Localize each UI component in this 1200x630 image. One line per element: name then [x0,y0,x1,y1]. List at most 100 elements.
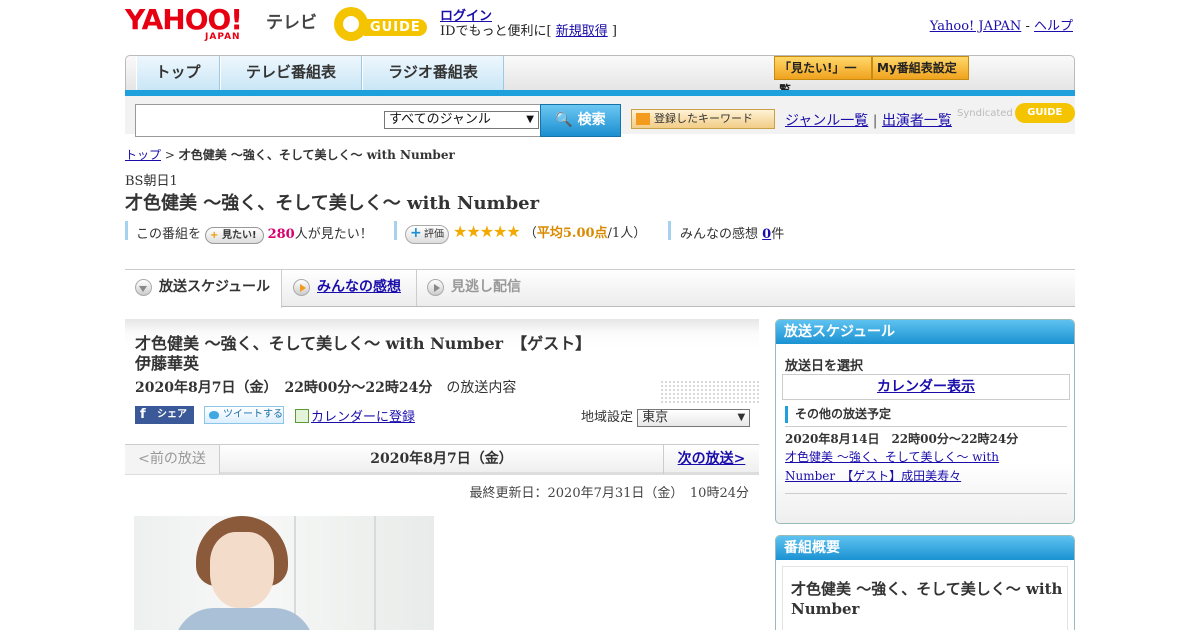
next-broadcast-link[interactable]: 次の放送> [663,445,759,474]
gguide-g-icon [334,7,368,41]
select-date-label: 放送日を選択 [785,359,864,374]
search-button[interactable]: 🔍 検索 [540,104,621,137]
link-divider: | [868,113,882,129]
channel-name: BS朝日1 [125,174,178,189]
syndicated-gguide-logo: Syndicated GUIDE [957,103,1075,123]
summary-box: 番組概要 才色健美 ～強く、そして美しく～ with Number [775,535,1075,630]
other-broadcast-link[interactable]: 才色健美 ～強く、そして美しく～ with Number 【ゲスト】成田美寿々 [785,448,1025,486]
tab-schedule-label: 放送スケジュール [159,279,271,295]
top-right-links: Yahoo! JAPAN - ヘルプ [930,15,1073,34]
program-photo [134,516,434,630]
search-links: ジャンル一覧 | 出演者一覧 [785,110,952,130]
summary-box-heading: 番組概要 [776,536,1074,560]
play-arrow-icon [293,279,310,296]
episode-airtime: 2020年8月7日（金） 22時00分～22時24分 の放送内容 [135,377,516,397]
play-arrow-icon [427,279,444,296]
broadcast-pager: <前の放送 2020年8月7日（金） 次の放送> [125,444,759,475]
tab-kanso[interactable]: みんなの感想 [283,270,417,306]
sub-tabs: 放送スケジュール みんなの感想 見逃し配信 [125,269,1075,308]
facebook-share-button[interactable]: シェア [135,406,194,424]
region-select-value: 東京 [642,409,669,425]
signup-link[interactable]: 新規取得 [556,24,608,39]
kanso-prefix: みんなの感想 [680,227,763,242]
breadcrumb-separator: > [161,148,179,162]
episode-date-suffix: の放送内容 [432,380,517,396]
schedule-box-heading: 放送スケジュール [776,320,1074,344]
tab-minogashi-label: 見逃し配信 [451,279,521,295]
tab-schedule[interactable]: 放送スケジュール [125,270,282,308]
main-nav: トップ テレビ番組表 ラジオ番組表 「見たい!」一覧 My番組表設定 [125,55,1075,97]
divider [785,493,1067,494]
rating-separator [125,221,128,240]
syndicated-logo-text: GUIDE [1014,103,1075,123]
other-broadcast-date: 2020年8月14日 22時00分～22時24分 [785,432,1019,446]
rate-button[interactable]: 評価 [405,225,449,244]
link-separator: - [1021,19,1034,34]
genre-select[interactable]: すべてのジャンル ▼ [384,111,539,129]
tab-kanso-link[interactable]: みんなの感想 [317,279,401,295]
calendar-register-link[interactable]: カレンダーに登録 [311,410,415,425]
registered-keyword-button[interactable]: 登録したキーワード [631,109,775,129]
prev-broadcast: <前の放送 [125,445,220,474]
calendar-register: カレンダーに登録 [295,406,415,425]
my-bangumi-settings-button[interactable]: My番組表設定 [872,56,969,80]
nav-tab-radio-listings[interactable]: ラジオ番組表 [362,56,504,91]
rating-separator [394,221,397,240]
gguide-logo[interactable]: GUIDE [334,7,432,41]
current-broadcast-date: 2020年8月7日（金） [370,451,513,467]
breadcrumb: トップ > 才色健美 ～強く、そして美しく～ with Number [125,146,455,163]
kanso-summary: みんなの感想 0件 [680,223,784,242]
tab-minogashi: 見逃し配信 [417,270,557,306]
rating-open: （ [523,226,537,241]
rating-separator [668,221,671,240]
twitter-tweet-button[interactable]: ツイートする [204,406,284,424]
calendar-icon [295,409,309,423]
episode-date: 2020年8月7日（金） 22時00分～22時24分 [135,380,433,396]
rating-count: /1人） [607,226,647,241]
mitai-list-button[interactable]: 「見たい!」一覧 [774,56,872,97]
breadcrumb-top-link[interactable]: トップ [125,148,161,162]
keyword-button-label: 登録したキーワード [654,112,753,125]
episode-title: 才色健美 ～強く、そして美しく～ with Number 【ゲスト】伊藤華英 [135,334,592,373]
mitai-button[interactable]: 見たい! [205,227,264,244]
nav-tab-tv-listings[interactable]: テレビ番組表 [220,56,362,91]
last-updated: 最終更新日：2020年7月31日（金） 10時24分 [469,486,749,501]
calendar-display: カレンダー表示 [782,374,1070,400]
breadcrumb-current: 才色健美 ～強く、そして美しく～ with Number [178,148,455,162]
mitai-suffix: 人が見たい！ [294,227,373,242]
photo-window-frame [374,516,376,630]
page-title: 才色健美 ～強く、そして美しく～ with Number [125,193,540,214]
genre-list-link[interactable]: ジャンル一覧 [785,113,868,129]
mitai-prefix: この番組を [136,227,202,242]
gguide-logo-text: GUIDE [364,19,427,36]
nav-tab-top[interactable]: トップ [136,56,220,91]
decorative-dots [660,380,759,404]
mitai-count: 280 [267,227,295,242]
logo-tv-text[interactable]: テレビ [266,8,317,33]
performer-list-link[interactable]: 出演者一覧 [882,113,952,129]
mitai-summary: この番組を見たい!280人が見たい！ [136,223,373,244]
search-icon: 🔍 [555,112,573,128]
dropdown-arrow-icon: ▼ [737,411,746,423]
genre-select-value: すべてのジャンル [389,112,491,127]
id-benefit-text: IDでもっと便利に[ 新規取得 ] [440,20,617,39]
kanso-suffix: 件 [771,227,785,242]
syndicated-text: Syndicated [957,108,1013,119]
id-text-prefix: IDでもっと便利に[ [440,24,556,39]
calendar-display-link[interactable]: カレンダー表示 [877,379,975,395]
keyword-arrow-icon [636,113,650,125]
logo-japan-text: JAPAN [205,32,241,42]
kanso-count-link[interactable]: 0 [762,227,771,242]
photo-face [210,532,274,608]
help-link[interactable]: ヘルプ [1034,19,1073,34]
region-select[interactable]: 東京 ▼ [637,408,751,427]
star-rating-icon: ★★★★★ [453,222,521,241]
dropdown-arrow-icon: ▼ [526,114,534,125]
id-text-suffix: ] [607,24,617,39]
yahoo-japan-logo[interactable]: YAHOO! JAPAN [125,3,261,43]
photo-shirt [174,608,314,630]
yahoo-japan-link[interactable]: Yahoo! JAPAN [930,19,1022,34]
search-button-label: 検索 [577,112,606,128]
summary-title: 才色健美 ～強く、そして美しく～ with Number [791,580,1063,618]
logo-yahoo-text: YAHOO! [125,3,243,36]
